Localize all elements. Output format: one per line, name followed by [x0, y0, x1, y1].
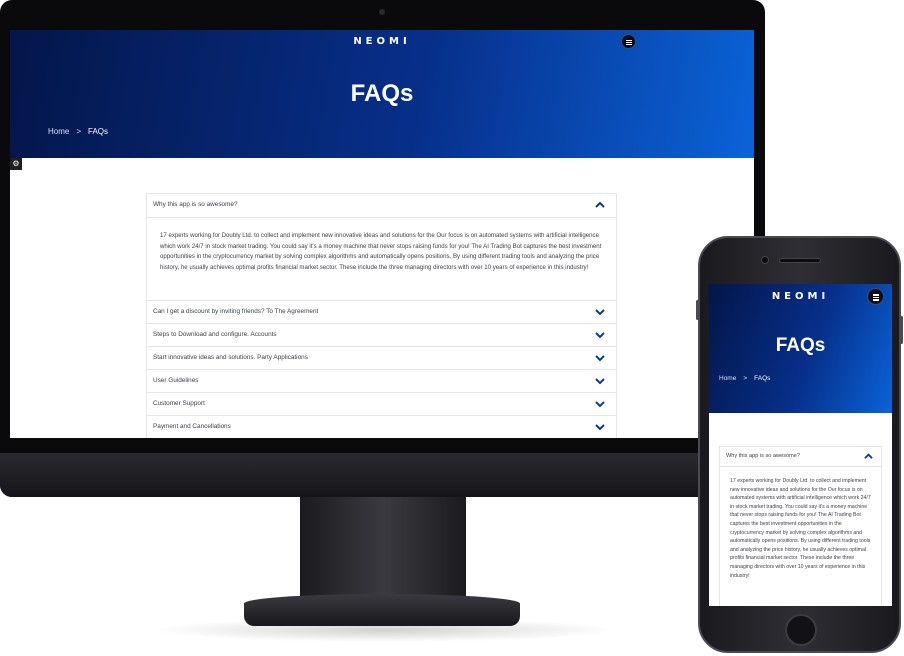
breadcrumb-home[interactable]: Home: [719, 375, 736, 382]
chevron-up-icon[interactable]: [595, 200, 605, 210]
menu-button[interactable]: [621, 34, 636, 49]
faq-question: Customer Support: [153, 400, 205, 407]
desktop-monitor: NEOMI FAQs Home > FAQs ⚙ Why this app is s…: [0, 0, 765, 497]
breadcrumb-home[interactable]: Home: [48, 127, 69, 136]
chevron-down-icon[interactable]: [595, 330, 605, 340]
faq-question: Start innovative ideas and solutions. Pa…: [153, 354, 308, 361]
breadcrumb-separator: >: [743, 375, 748, 382]
chevron-down-icon[interactable]: [595, 353, 605, 363]
monitor-chin: [0, 453, 765, 497]
monitor-stand-base: [244, 594, 520, 626]
faq-answer: 17 experts working for Doubly Ltd. to co…: [730, 478, 871, 579]
faq-question: User Guidelines: [153, 377, 199, 384]
faq-answer: 17 experts working for Doubly Ltd. to co…: [147, 218, 616, 301]
faq-question: Can I get a discount by inviting friends…: [153, 308, 319, 315]
gear-icon[interactable]: ⚙: [10, 158, 22, 170]
mobile-menu-button[interactable]: [867, 288, 884, 305]
logo[interactable]: NEOMI: [10, 36, 754, 47]
faq-item[interactable]: Why this app is so awesome?: [147, 194, 616, 218]
page-title: FAQs: [350, 80, 414, 107]
phone-speaker: [779, 258, 821, 263]
camera-icon: [379, 9, 385, 15]
hamburger-icon: [873, 299, 879, 301]
faq-question: Payment and Cancellations: [153, 423, 231, 430]
home-button[interactable]: [785, 614, 817, 646]
faq-question: Why this app is so awesome?: [726, 453, 800, 459]
breadcrumb-current: FAQs: [88, 127, 109, 136]
hamburger-icon: [626, 43, 632, 45]
mobile-hero-banner: NEOMI FAQs Home > FAQs: [709, 284, 892, 413]
breadcrumb-current: FAQs: [754, 375, 771, 382]
mobile-logo[interactable]: NEOMI: [709, 291, 892, 302]
faq-question: Steps to Download and configure. Account…: [153, 331, 277, 338]
chevron-down-icon[interactable]: [595, 422, 605, 432]
chevron-down-icon[interactable]: [595, 399, 605, 409]
mobile-faq-accordion: Why this app is so awesome? 17 experts w…: [719, 446, 882, 606]
mobile-page-title: FAQs: [775, 335, 826, 356]
desktop-screen: NEOMI FAQs Home > FAQs ⚙ Why this app is s…: [10, 30, 754, 438]
faq-item[interactable]: Customer Support: [147, 393, 616, 416]
breadcrumb: Home > FAQs: [48, 127, 108, 136]
mobile-breadcrumb: Home > FAQs: [719, 375, 770, 382]
mobile-screen: NEOMI FAQs Home > FAQs Why this app is so …: [709, 284, 892, 606]
faq-item[interactable]: Why this app is so awesome?: [720, 447, 881, 467]
faq-accordion: Why this app is so awesome? 17 experts w…: [146, 193, 617, 438]
faq-item[interactable]: User Guidelines: [147, 370, 616, 393]
breadcrumb-separator: >: [76, 127, 82, 136]
hero-banner: NEOMI FAQs Home > FAQs: [10, 30, 754, 158]
chevron-down-icon[interactable]: [595, 376, 605, 386]
faq-item[interactable]: Payment and Cancellations: [147, 416, 616, 438]
hamburger-icon: [873, 294, 879, 296]
front-camera-icon: [761, 256, 769, 264]
faq-item[interactable]: Start innovative ideas and solutions. Pa…: [147, 347, 616, 370]
faq-question: Why this app is so awesome?: [153, 201, 238, 208]
chevron-up-icon[interactable]: [864, 452, 873, 461]
faq-item[interactable]: Steps to Download and configure. Account…: [147, 324, 616, 347]
hamburger-icon: [873, 296, 879, 298]
monitor-stand: [300, 497, 466, 597]
faq-item[interactable]: Can I get a discount by inviting friends…: [147, 301, 616, 324]
chevron-down-icon[interactable]: [595, 307, 605, 317]
